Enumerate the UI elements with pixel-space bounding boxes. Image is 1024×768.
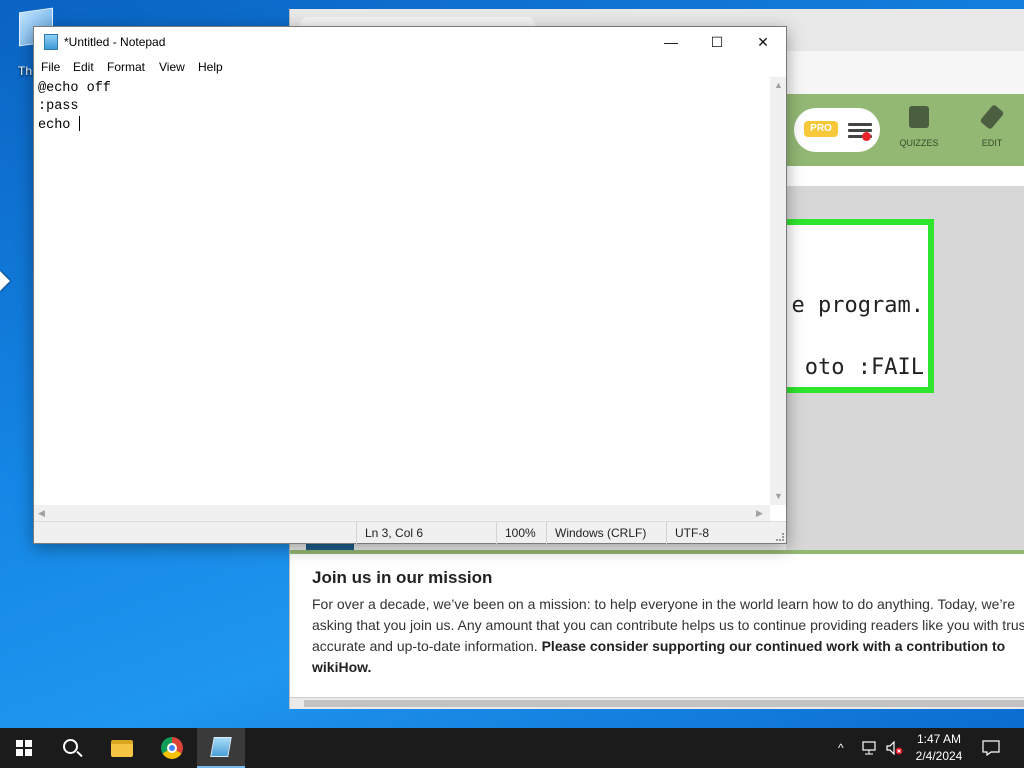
network-button[interactable]: [862, 728, 880, 768]
scroll-up-arrow-icon[interactable]: ▲: [774, 80, 783, 90]
status-bar: Ln 3, Col 6 100% Windows (CRLF) UTF-8: [34, 521, 786, 544]
notepad-taskbar-button[interactable]: [197, 728, 245, 768]
editor-line-current: echo: [38, 116, 766, 135]
editor-line: @echo off: [38, 81, 111, 96]
chevron-up-icon: ^: [838, 741, 844, 755]
scroll-right-arrow-icon[interactable]: ▶: [756, 508, 763, 519]
maximize-button[interactable]: ☐: [694, 27, 740, 57]
vertical-scrollbar[interactable]: ▲ ▼: [770, 77, 786, 505]
scroll-down-arrow-icon[interactable]: ▼: [774, 491, 783, 501]
tray-overflow-button[interactable]: ^: [838, 728, 844, 768]
notepad-icon: [210, 737, 232, 757]
clock-date: 2/4/2024: [915, 749, 963, 763]
menu-file[interactable]: File: [41, 60, 60, 74]
horizontal-scrollbar[interactable]: ◀ ▶: [34, 505, 770, 521]
quizzes-icon: [909, 106, 929, 128]
nav-edit-label: EDIT: [981, 138, 1003, 148]
start-button[interactable]: [0, 728, 48, 768]
status-encoding: UTF-8: [666, 522, 784, 544]
wikihow-header: PRO QUIZZES EDIT: [786, 94, 1024, 166]
mission-text: For over a decade, we’ve been on a missi…: [312, 594, 1024, 678]
clock-time: 1:47 AM: [916, 732, 962, 746]
wikihow-menu-pill[interactable]: PRO: [794, 108, 880, 152]
code-line: e program.: [791, 293, 924, 318]
taskbar: ^ 1:47 AM 2/4/2024: [0, 728, 1024, 768]
mission-title: Join us in our mission: [312, 568, 493, 587]
pro-badge: PRO: [804, 121, 838, 137]
minimize-button[interactable]: —: [648, 27, 694, 57]
status-position: Ln 3, Col 6: [356, 522, 496, 544]
nav-edit[interactable]: EDIT: [962, 104, 1022, 148]
network-icon: [862, 741, 876, 755]
mission-banner: Join us in our mission For over a decade…: [290, 550, 1024, 697]
menu-format[interactable]: Format: [107, 60, 145, 74]
notification-icon: [982, 740, 1000, 756]
header-strip: [786, 166, 1024, 186]
notepad-titlebar[interactable]: *Untitled - Notepad — ☐ ✕: [34, 27, 786, 57]
nav-quizzes[interactable]: QUIZZES: [889, 106, 949, 148]
search-icon: [62, 738, 78, 754]
file-explorer-button[interactable]: [98, 728, 146, 768]
text-caret: [78, 116, 80, 131]
notifications-button[interactable]: [982, 728, 1000, 768]
code-screenshot: e program. oto :FAIL: [786, 219, 934, 393]
folder-icon: [111, 739, 133, 757]
scrollbar-thumb[interactable]: [304, 700, 1024, 707]
text-editor[interactable]: @echo off :pass echo: [34, 77, 770, 505]
code-line: oto :FAIL: [804, 355, 924, 380]
close-button[interactable]: ✕: [740, 27, 786, 57]
status-zoom: 100%: [496, 522, 546, 544]
nav-quizzes-label: QUIZZES: [899, 138, 939, 148]
resize-grip-icon[interactable]: [776, 533, 784, 541]
windows-logo-icon: [16, 740, 32, 756]
menu-help[interactable]: Help: [198, 60, 223, 74]
volume-muted-icon: [886, 741, 903, 755]
desktop-icon-label: Th: [18, 64, 33, 78]
chrome-button[interactable]: [148, 728, 196, 768]
menu-edit[interactable]: Edit: [73, 60, 94, 74]
desktop: Th PRO QUIZZES EDIT e program. oto:FAIL…: [0, 0, 1024, 728]
mouse-cursor-icon: [0, 271, 10, 291]
status-line-ending: Windows (CRLF): [546, 522, 666, 544]
editor-line: :pass: [38, 99, 79, 114]
clock[interactable]: 1:47 AM 2/4/2024: [908, 731, 970, 765]
search-button[interactable]: [48, 728, 96, 768]
volume-button[interactable]: [886, 728, 904, 768]
notepad-app-icon: [44, 34, 58, 50]
editor-line: echo: [38, 118, 79, 133]
window-title: *Untitled - Notepad: [64, 35, 166, 49]
notification-dot-icon: [862, 132, 871, 141]
scroll-left-arrow-icon[interactable]: ◀: [38, 508, 45, 519]
browser-horizontal-scrollbar[interactable]: [290, 697, 1024, 709]
chrome-icon: [161, 737, 183, 759]
menu-view[interactable]: View: [159, 60, 185, 74]
article-image-area: e program. oto :FAIL: [786, 186, 1024, 550]
menu-bar: File Edit Format View Help: [34, 57, 786, 77]
pencil-icon: [979, 104, 1005, 130]
notepad-window[interactable]: *Untitled - Notepad — ☐ ✕ File Edit Form…: [33, 26, 787, 544]
